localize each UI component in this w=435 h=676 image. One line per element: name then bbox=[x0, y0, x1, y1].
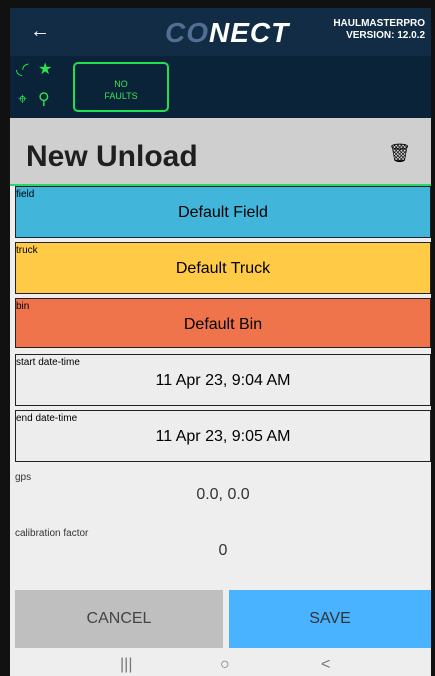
bin-label: bin bbox=[16, 301, 30, 312]
calibration-factor-field: calibration factor 0 bbox=[15, 524, 431, 578]
calibration-factor-label: calibration factor bbox=[15, 528, 89, 539]
version-label: VERSION: 12.0.2 bbox=[346, 30, 425, 41]
gps-label: gps bbox=[15, 472, 32, 483]
field-label: field bbox=[16, 189, 35, 200]
bin-value: Default Bin bbox=[183, 316, 263, 333]
page-title: New Unload bbox=[26, 140, 198, 173]
status-bar: ◟◜ ★ ⌖ ⚲ NO FAULTS bbox=[10, 56, 431, 118]
gps-field: gps 0.0, 0.0 bbox=[15, 468, 431, 522]
home-button[interactable]: ○ bbox=[220, 657, 230, 673]
person-icon: ⚲ bbox=[38, 91, 50, 108]
logo-suffix: NECT bbox=[209, 17, 290, 48]
start-datetime-field[interactable]: start date-time 11 Apr 23, 9:04 AM bbox=[15, 354, 431, 406]
back-arrow-icon[interactable]: ← bbox=[30, 20, 50, 43]
star-icon: ★ bbox=[38, 61, 53, 78]
app-name-label: HAULMASTERPRO bbox=[333, 18, 425, 29]
trash-icon[interactable]: 🗑 bbox=[388, 143, 411, 164]
end-datetime-value: 11 Apr 23, 9:05 AM bbox=[155, 428, 291, 445]
recents-button[interactable]: ||| bbox=[120, 657, 132, 673]
save-button[interactable]: SAVE bbox=[229, 590, 431, 648]
cancel-button[interactable]: CANCEL bbox=[15, 590, 223, 648]
fault-status-line2: FAULTS bbox=[104, 91, 138, 101]
system-navigation-bar: ||| ○ < bbox=[10, 650, 431, 676]
field-value: Default Field bbox=[178, 204, 268, 221]
wifi-icon: ◟◜ bbox=[16, 61, 29, 78]
calibration-factor-value: 0 bbox=[218, 542, 228, 559]
app-bar: ← CONECT HAULMASTERPRO VERSION: 12.0.2 bbox=[10, 8, 431, 56]
end-datetime-label: end date-time bbox=[16, 413, 78, 424]
truck-value: Default Truck bbox=[175, 260, 271, 277]
app-frame: ← CONECT HAULMASTERPRO VERSION: 12.0.2 ◟… bbox=[0, 0, 435, 676]
status-icons: ◟◜ ★ ⌖ ⚲ bbox=[16, 62, 62, 114]
app-logo: CONECT bbox=[165, 17, 289, 49]
system-back-button[interactable]: < bbox=[321, 657, 330, 673]
action-buttons: CANCEL SAVE bbox=[10, 590, 431, 648]
location-pin-icon: ⌖ bbox=[18, 91, 28, 108]
logo-prefix: CO bbox=[165, 17, 209, 48]
fault-status-button[interactable]: NO FAULTS bbox=[73, 62, 169, 112]
truck-selector[interactable]: truck Default Truck bbox=[15, 242, 431, 294]
field-selector[interactable]: field Default Field bbox=[15, 186, 431, 238]
start-datetime-label: start date-time bbox=[16, 357, 80, 368]
truck-label: truck bbox=[16, 245, 38, 256]
end-datetime-field[interactable]: end date-time 11 Apr 23, 9:05 AM bbox=[15, 410, 431, 462]
start-datetime-value: 11 Apr 23, 9:04 AM bbox=[155, 372, 291, 389]
version-info: HAULMASTERPRO VERSION: 12.0.2 bbox=[315, 18, 425, 42]
gps-value: 0.0, 0.0 bbox=[196, 486, 250, 503]
bin-selector[interactable]: bin Default Bin bbox=[15, 298, 431, 348]
fault-status-line1: NO bbox=[114, 79, 128, 89]
title-bar: New Unload 🗑 bbox=[10, 118, 431, 186]
